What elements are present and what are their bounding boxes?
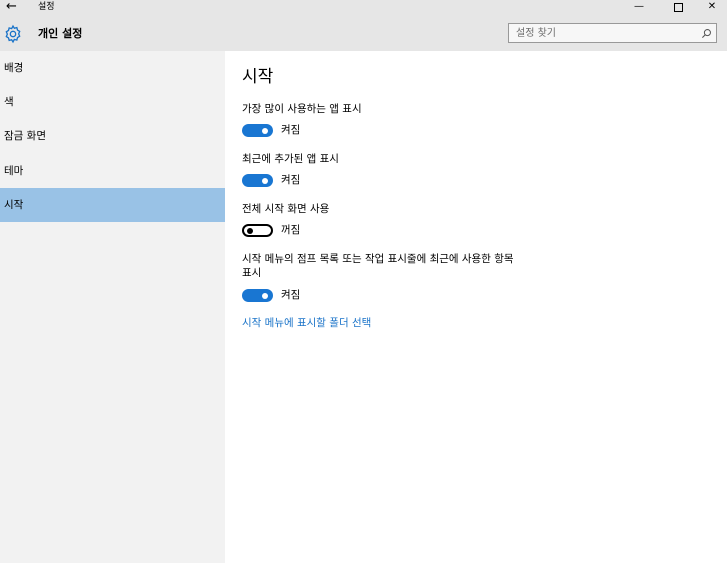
search-placeholder: 설정 찾기 bbox=[516, 28, 556, 39]
page-section-title: 개인 설정 bbox=[38, 27, 83, 40]
sidebar-item-label: 색 bbox=[4, 96, 14, 108]
sidebar-item-background[interactable]: 배경 bbox=[0, 51, 225, 85]
sidebar-item-start[interactable]: 시작 bbox=[0, 188, 225, 222]
toggle-recent-items-jump-lists[interactable] bbox=[242, 289, 273, 302]
close-button[interactable]: ✕ bbox=[697, 0, 727, 17]
sidebar-item-lock-screen[interactable]: 잠금 화면 bbox=[0, 119, 225, 153]
minimize-button[interactable]: — bbox=[624, 0, 654, 17]
toggle-state-label: 꺼짐 bbox=[281, 224, 301, 236]
main-content: 시작 가장 많이 사용하는 앱 표시 켜짐 최근에 추가된 앱 표시 켜짐 전체… bbox=[225, 51, 727, 563]
sidebar-item-label: 테마 bbox=[4, 165, 24, 177]
sidebar-item-label: 시작 bbox=[4, 199, 24, 211]
toggle-state-label: 켜짐 bbox=[281, 174, 301, 186]
toggle-most-used-apps[interactable] bbox=[242, 124, 273, 137]
setting-label-jump-lists: 시작 메뉴의 점프 목록 또는 작업 표시줄에 최근에 사용한 항목 bbox=[242, 253, 514, 265]
close-icon: ✕ bbox=[707, 1, 717, 12]
search-icon[interactable] bbox=[701, 28, 712, 39]
sidebar: 배경 색 잠금 화면 테마 시작 bbox=[0, 51, 225, 563]
sidebar-item-label: 잠금 화면 bbox=[4, 130, 46, 142]
toggle-knob bbox=[262, 177, 268, 184]
maximize-icon bbox=[673, 3, 683, 12]
toggle-knob bbox=[247, 227, 253, 234]
toggle-recently-added-apps[interactable] bbox=[242, 174, 273, 187]
minimize-icon: — bbox=[634, 1, 644, 12]
maximize-button[interactable] bbox=[663, 0, 693, 17]
setting-label-most-used: 가장 많이 사용하는 앱 표시 bbox=[242, 103, 362, 115]
sidebar-item-color[interactable]: 색 bbox=[0, 85, 225, 119]
sidebar-item-theme[interactable]: 테마 bbox=[0, 154, 225, 188]
setting-label-full-screen-start: 전체 시작 화면 사용 bbox=[242, 203, 330, 215]
gear-icon bbox=[5, 24, 21, 44]
toggle-knob bbox=[262, 292, 268, 299]
choose-folders-link[interactable]: 시작 메뉴에 표시할 폴더 선택 bbox=[242, 316, 371, 330]
page-title: 시작 bbox=[242, 67, 274, 87]
search-input[interactable]: 설정 찾기 bbox=[508, 23, 717, 43]
toggle-state-label: 켜짐 bbox=[281, 289, 301, 301]
title-bar: ← 설정 — ✕ bbox=[0, 0, 727, 17]
toggle-full-screen-start[interactable] bbox=[242, 224, 273, 237]
toggle-state-label: 켜짐 bbox=[281, 124, 301, 136]
setting-label-jump-lists-line2: 표시 bbox=[242, 267, 262, 279]
sidebar-item-label: 배경 bbox=[4, 62, 24, 74]
back-arrow-icon[interactable]: ← bbox=[6, 0, 17, 15]
window-title: 설정 bbox=[38, 2, 55, 12]
setting-label-recently-added: 최근에 추가된 앱 표시 bbox=[242, 153, 339, 165]
toggle-knob bbox=[262, 127, 268, 134]
